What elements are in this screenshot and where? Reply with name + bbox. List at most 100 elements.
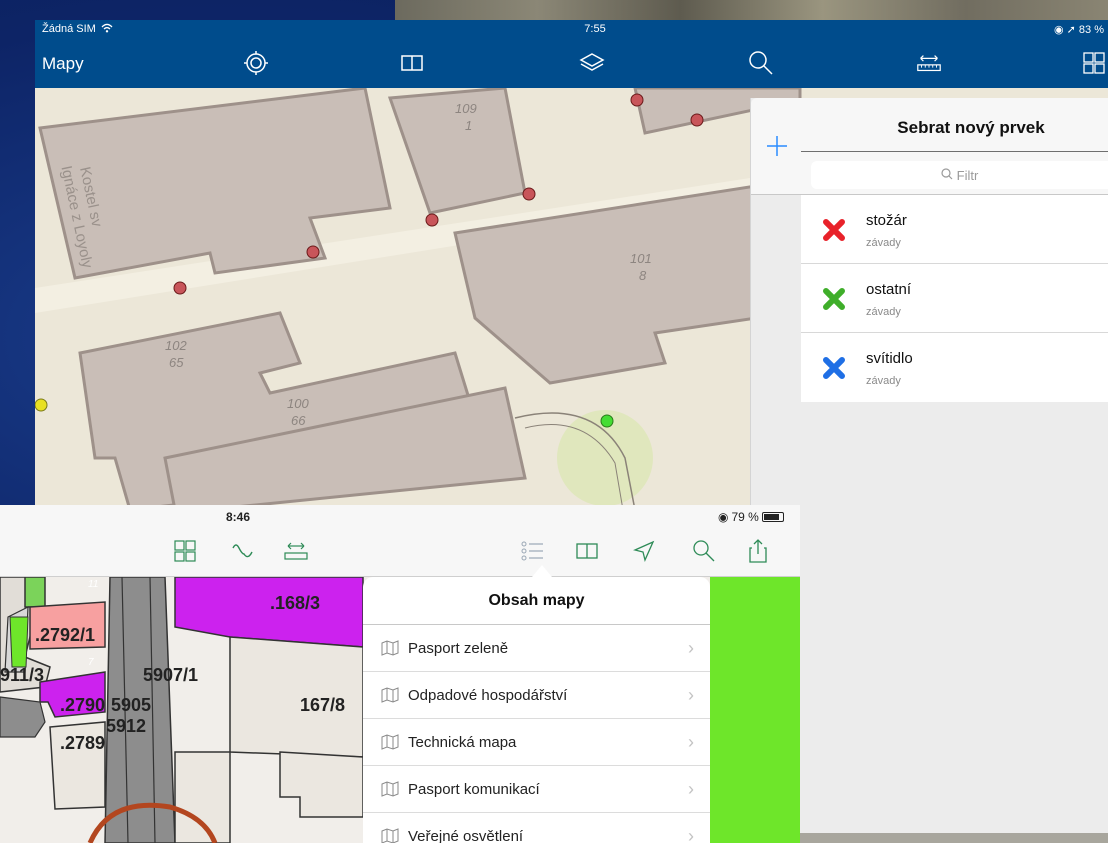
carrier-label: Žádná SIM (42, 23, 96, 35)
map-label-65: 65 (169, 355, 184, 370)
item-subtitle: závady (866, 237, 901, 249)
map-label-101: 101 (630, 251, 652, 266)
search-icon[interactable] (690, 537, 718, 565)
cross-marker-icon (823, 219, 845, 241)
layer-item[interactable]: Veřejné osvětlení › (363, 813, 710, 843)
layers-icon[interactable] (578, 49, 606, 77)
chevron-right-icon: › (688, 638, 694, 658)
layer-item[interactable]: Pasport zeleně › (363, 625, 710, 672)
parcel-label: 911/3 (0, 665, 44, 685)
chevron-right-icon: › (688, 779, 694, 799)
list-item[interactable]: ostatní závady (801, 264, 1108, 333)
map-point-green[interactable] (600, 414, 614, 428)
status-time: 8:46 (226, 510, 251, 524)
battery-percent: 83 % (1078, 23, 1104, 36)
map-label-102: 102 (165, 338, 187, 353)
maps-back-button[interactable]: Mapy (42, 54, 84, 74)
map-label-8: 8 (639, 268, 647, 283)
map-label-66: 66 (291, 413, 306, 428)
battery-percent: 79 % (731, 510, 759, 524)
parcel-label: .168/3 (270, 593, 320, 613)
map-point[interactable] (630, 93, 644, 107)
parcel-number: 7 (88, 657, 94, 668)
chevron-right-icon: › (688, 826, 694, 843)
wifi-icon (101, 23, 113, 36)
layer-item[interactable]: Technická mapa › (363, 719, 710, 766)
layer-label: Technická mapa (408, 734, 517, 751)
locate-icon[interactable] (242, 49, 270, 77)
location-lock-icon: ◉ ➚ (1053, 23, 1079, 36)
cross-marker-icon (823, 357, 845, 379)
sketch-icon[interactable] (229, 537, 257, 565)
map-contents-popover: Obsah mapy Pasport zeleně › Odpadové hos… (363, 577, 710, 843)
toolbar (0, 527, 800, 577)
popover-arrow (532, 565, 552, 577)
map-point-yellow[interactable] (35, 398, 48, 412)
layer-item[interactable]: Pasport komunikací › (363, 766, 710, 813)
parcel-label: 5905 (111, 695, 151, 715)
nav-bar: Mapy (35, 38, 1108, 88)
background-photo (395, 0, 1108, 20)
share-icon[interactable] (744, 537, 772, 565)
parcel-label: 5912 (106, 716, 146, 736)
status-right: ◉ ➚ 83 % (1054, 23, 1104, 36)
map-point[interactable] (425, 213, 439, 227)
map-point[interactable] (522, 187, 536, 201)
layer-item[interactable]: Odpadové hospodářství › (363, 672, 710, 719)
panel-header: Sebrat nový prvek Filtr (751, 98, 1108, 195)
list-item[interactable]: stožár závady (801, 195, 1108, 264)
map-point[interactable] (690, 113, 704, 127)
item-name: stožár (866, 212, 907, 229)
parcel-number: 11 (88, 579, 98, 590)
measure-icon[interactable] (282, 537, 310, 565)
parcel-label: .2789 (60, 733, 105, 753)
search-icon[interactable] (747, 49, 775, 77)
status-right: ◉ 79 % (718, 510, 784, 524)
item-name: svítidlo (866, 350, 913, 367)
measure-icon[interactable] (915, 49, 943, 77)
status-bar: Žádná SIM 7:55 ◉ ➚ 83 % (35, 20, 1108, 38)
battery-icon (761, 512, 784, 522)
basemap-icon[interactable] (171, 537, 199, 565)
item-subtitle: závady (866, 375, 901, 387)
map-contents-icon[interactable] (518, 537, 546, 565)
map-layer-icon (381, 640, 399, 656)
layer-label: Odpadové hospodářství (408, 687, 568, 704)
layer-label: Pasport komunikací (408, 781, 540, 798)
bookmarks-icon[interactable] (573, 537, 601, 565)
popover-title: Obsah mapy (363, 577, 710, 625)
layer-label: Pasport zeleně (408, 640, 509, 657)
status-bar: 8:46 ◉ 79 % (0, 505, 800, 527)
list-item[interactable]: svítidlo závady (801, 333, 1108, 402)
map-label-109: 109 (455, 101, 477, 116)
map-layer-icon (381, 781, 399, 797)
map-layer-icon (381, 734, 399, 750)
item-subtitle: závady (866, 306, 901, 318)
map-point[interactable] (173, 281, 187, 295)
item-name: ostatní (866, 281, 912, 298)
map-point[interactable] (306, 245, 320, 259)
navigate-icon[interactable] (630, 537, 658, 565)
map-layer-icon (381, 687, 399, 703)
collect-feature-panel: Sebrat nový prvek Filtr stožár závady os… (750, 98, 1108, 833)
parcel-label: .2792/1 (35, 625, 95, 645)
search-icon (941, 167, 953, 183)
cross-marker-icon (823, 288, 845, 310)
basemap-icon[interactable] (1080, 49, 1108, 77)
map-layer-icon (381, 828, 399, 843)
map-label-100: 100 (287, 396, 309, 411)
title-divider (801, 151, 1108, 152)
lock-icon: ◉ (718, 510, 729, 524)
bookmarks-icon[interactable] (398, 49, 426, 77)
parcel-label: .2790 (60, 695, 105, 715)
filter-placeholder: Filtr (956, 167, 979, 183)
status-time: 7:55 (584, 23, 606, 35)
layer-label: Veřejné osvětlení (408, 828, 524, 843)
map-label-1: 1 (465, 118, 472, 133)
filter-input[interactable]: Filtr (811, 161, 1108, 189)
panel-title: Sebrat nový prvek (897, 118, 1045, 137)
parcel-label: 167/8 (300, 695, 345, 715)
feature-type-list: stožár závady ostatní závady svítidlo zá… (801, 195, 1108, 402)
parcel-label: 5907/1 (143, 665, 198, 685)
chevron-right-icon: › (688, 685, 694, 705)
